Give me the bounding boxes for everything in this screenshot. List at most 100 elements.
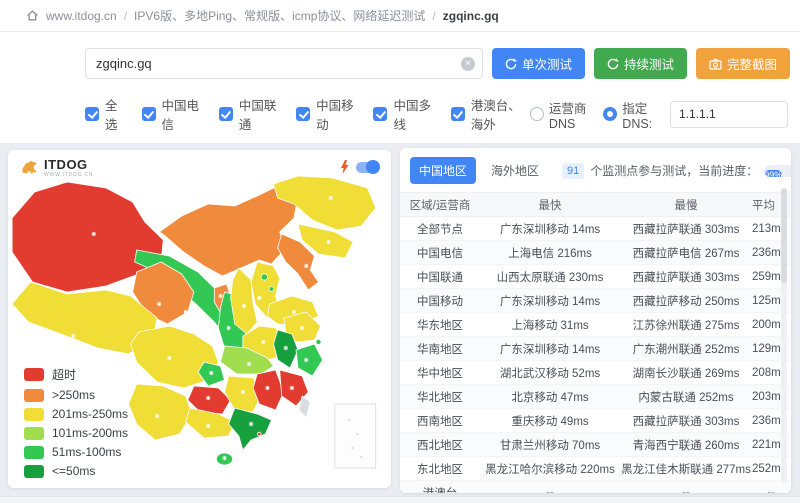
logo-text: ITDOG (44, 158, 93, 171)
table-row: 中国电信上海电信 216ms西藏拉萨电信 267ms236ms (400, 241, 791, 265)
cell-slowest: 西藏拉萨联通 303ms (620, 221, 752, 237)
cell-slowest: 内蒙古联通 252ms (620, 389, 752, 405)
filter-checkbox[interactable]: 中国电信 (142, 95, 200, 133)
single-test-label: 单次测试 (522, 54, 572, 73)
cell-fastest: 甘肃兰州移动 70ms (480, 437, 620, 453)
breadcrumb-site[interactable]: www.itdog.cn (46, 9, 117, 23)
host-input[interactable] (85, 48, 483, 79)
cell-region: 华北地区 (400, 389, 480, 405)
inset-island (356, 433, 359, 436)
map-region-shanghai[interactable] (316, 339, 321, 344)
checkbox-icon (219, 107, 233, 121)
map-mode-toggle[interactable] (356, 162, 379, 173)
cell-fastest: 湖北武汉移动 52ms (480, 365, 620, 381)
legend-label: 51ms-100ms (52, 445, 121, 459)
breadcrumb: www.itdog.cn / IPV6版、多地Ping、常规版、icmp协议、网… (0, 0, 800, 32)
cell-slowest: -- (620, 487, 752, 494)
cell-region: 华中地区 (400, 365, 480, 381)
table-row: 西北地区甘肃兰州移动 70ms青海西宁联通 260ms221ms (400, 433, 791, 457)
checkbox-label: 全选 (105, 95, 123, 133)
filter-checkbox[interactable]: 全选 (85, 95, 123, 133)
monitor-count-badge: 91 (562, 163, 584, 179)
latency-legend: 超时 >250ms 201ms-250ms 101ms-200ms 51ms-100ms… (24, 366, 128, 478)
table-row: 华北地区北京移动 47ms内蒙古联通 252ms203ms (400, 385, 791, 409)
map-region-yunnan[interactable] (129, 384, 192, 440)
home-icon[interactable] (26, 9, 39, 22)
cell-fastest: 山西太原联通 230ms (480, 269, 620, 285)
search-box: × (85, 48, 483, 79)
legend-label: 超时 (52, 366, 76, 383)
results-scrollbar[interactable] (781, 188, 787, 483)
checkbox-label: 中国移动 (316, 95, 354, 133)
camera-icon (709, 58, 722, 70)
table-row: 中国移动广东深圳移动 14ms西藏拉萨移动 250ms125ms (400, 289, 791, 313)
map-region-beijing[interactable] (261, 274, 268, 280)
tab-china-region[interactable]: 中国地区 (410, 157, 476, 184)
dns-radio[interactable]: 指定DNS: (603, 98, 658, 131)
tab-overseas-region[interactable]: 海外地区 (482, 157, 548, 184)
header-region: 区域/运营商 (400, 197, 480, 213)
breadcrumb-separator: / (432, 9, 435, 23)
filter-checkbox[interactable]: 中国移动 (296, 95, 354, 133)
cell-fastest: 北京移动 47ms (480, 389, 620, 405)
radio-icon (603, 107, 617, 121)
results-table-body: 全部节点广东深圳移动 14ms西藏拉萨联通 303ms213ms中国电信上海电信… (400, 217, 791, 493)
clear-input-icon[interactable]: × (461, 57, 475, 71)
cell-region: 中国联通 (400, 269, 480, 285)
cell-slowest: 广东潮州联通 252ms (620, 341, 752, 357)
cell-region: 华南地区 (400, 341, 480, 357)
legend-item: <=50ms (24, 464, 128, 478)
progress-text: 个监测点参与测试，当前进度： (590, 162, 758, 179)
table-row: 华东地区上海移动 31ms江苏徐州联通 275ms200ms (400, 313, 791, 337)
cell-region: 港澳台 (400, 485, 480, 494)
progress-fill: 99% (764, 170, 782, 177)
continuous-test-button[interactable]: 持续测试 (594, 48, 687, 79)
cell-fastest: -- (480, 487, 620, 494)
radio-label: 指定DNS: (622, 98, 658, 131)
inset-island (348, 419, 351, 422)
legend-item: 201ms-250ms (24, 407, 128, 421)
legend-color-chip (24, 446, 44, 459)
dns-radio-group: 运营商DNS 指定DNS: (530, 98, 790, 131)
checkbox-icon (451, 107, 465, 121)
legend-item: 51ms-100ms (24, 445, 128, 459)
cell-slowest: 黑龙江佳木斯联通 277ms (620, 461, 752, 477)
legend-color-chip (24, 389, 44, 402)
scrollbar-thumb[interactable] (781, 188, 787, 283)
checkbox-icon (85, 107, 99, 121)
cell-slowest: 西藏拉萨联通 303ms (620, 413, 752, 429)
cell-region: 全部节点 (400, 221, 480, 237)
radio-label: 运营商DNS (549, 98, 591, 131)
legend-item: 101ms-200ms (24, 426, 128, 440)
dns-radio[interactable]: 运营商DNS (530, 98, 591, 131)
cell-average: -- (752, 487, 791, 494)
table-row: 全部节点广东深圳移动 14ms西藏拉萨联通 303ms213ms (400, 217, 791, 241)
checkbox-label: 中国联通 (239, 95, 277, 133)
map-region-hongkong[interactable] (257, 432, 261, 436)
table-row: 东北地区黑龙江哈尔滨移动 220ms黑龙江佳木斯联通 277ms252ms (400, 457, 791, 481)
dns-input[interactable] (670, 101, 788, 128)
screenshot-button[interactable]: 完整截图 (696, 48, 790, 79)
header-fastest: 最快 (480, 197, 620, 213)
radio-slot: 运营商DNS 指定DNS: (530, 98, 658, 131)
cell-fastest: 广东深圳移动 14ms (480, 293, 620, 309)
filter-checkbox[interactable]: 中国联通 (219, 95, 277, 133)
refresh-icon (607, 58, 619, 70)
map-region-guangxi[interactable] (186, 408, 235, 438)
map-region-guangdong[interactable] (229, 408, 272, 450)
results-panel: 中国地区 海外地区 91 个监测点参与测试，当前进度： 99% 区域/运营商 最… (400, 148, 791, 493)
filter-checkbox[interactable]: 中国多线 (373, 95, 431, 133)
filter-checkbox[interactable]: 港澳台、海外 (451, 95, 530, 133)
breadcrumb-current: zgqinc.gq (443, 9, 499, 23)
map-region-zhejiang[interactable] (296, 344, 323, 376)
single-test-button[interactable]: 单次测试 (492, 48, 585, 79)
screenshot-label: 完整截图 (727, 54, 777, 73)
legend-label: >250ms (52, 388, 95, 402)
map-region-tianjin[interactable] (269, 287, 274, 292)
header-slowest: 最慢 (620, 197, 752, 213)
checkbox-icon (142, 107, 156, 121)
map-region-jiangxi[interactable] (253, 370, 284, 410)
cell-slowest: 青海西宁联通 260ms (620, 437, 752, 453)
lightning-icon[interactable] (340, 160, 349, 174)
checkbox-icon (373, 107, 387, 121)
